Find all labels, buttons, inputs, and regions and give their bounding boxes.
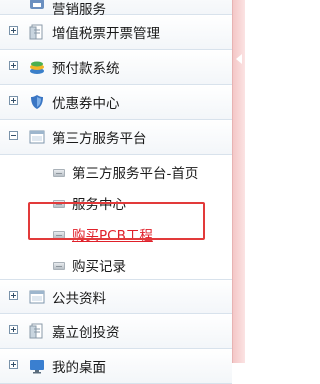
- menu-item-label: 增值税票开票管理: [52, 26, 160, 42]
- page-icon: [53, 231, 65, 239]
- menu-item-my-desktop[interactable]: 我的桌面: [0, 349, 232, 384]
- shield-icon: [29, 94, 45, 110]
- submenu-item-label: 第三方服务平台-首页: [72, 166, 199, 182]
- submenu-item-label-active[interactable]: 购买PCB工程: [72, 224, 153, 244]
- menu-item-marketing[interactable]: 营销服务: [0, 0, 232, 18]
- submenu-item-purchase-records[interactable]: 购买记录: [0, 248, 232, 279]
- menu-item-label: 预付款系统: [52, 61, 120, 77]
- menu-item-public-data[interactable]: 公共资料: [0, 279, 232, 314]
- sidebar-collapse-bar[interactable]: [232, 0, 245, 363]
- store-icon: [29, 0, 45, 10]
- expand-plus-icon[interactable]: [9, 325, 18, 334]
- submenu-item-platform-home[interactable]: 第三方服务平台-首页: [0, 155, 232, 186]
- expand-plus-icon[interactable]: [9, 26, 18, 35]
- menu-item-label: 公共资料: [52, 290, 106, 307]
- menu-item-label: 第三方服务平台: [52, 131, 147, 147]
- page-icon: [53, 262, 65, 270]
- sidebar-menu: 营销服务 增值税票开票管理 预付款系统 优惠券中心 第三方服务平台 第三方服务平…: [0, 0, 232, 384]
- invoice-icon: [29, 24, 45, 40]
- page-icon: [53, 200, 65, 208]
- menu-item-third-party-platform[interactable]: 第三方服务平台: [0, 120, 232, 155]
- window-icon: [29, 289, 45, 305]
- expand-plus-icon[interactable]: [9, 96, 18, 105]
- menu-item-label: 我的桌面: [52, 360, 106, 376]
- expand-plus-icon[interactable]: [9, 61, 18, 70]
- window-icon: [29, 129, 45, 145]
- menu-item-jlc-investment[interactable]: 嘉立创投资: [0, 314, 232, 349]
- expand-plus-icon[interactable]: [9, 291, 18, 300]
- submenu-item-label: 服务中心: [72, 197, 126, 213]
- submenu-item-label: 购买记录: [72, 259, 126, 275]
- submenu-item-buy-pcb-engineering[interactable]: 购买PCB工程: [0, 217, 232, 248]
- desktop-icon: [29, 358, 45, 374]
- document-icon: [29, 323, 45, 339]
- submenu-item-service-center[interactable]: 服务中心: [0, 186, 232, 217]
- menu-item-prepayment[interactable]: 预付款系统: [0, 50, 232, 85]
- collapse-minus-icon[interactable]: [9, 131, 18, 140]
- expand-plus-icon[interactable]: [9, 360, 18, 369]
- coins-icon: [29, 59, 45, 75]
- menu-item-label: 嘉立创投资: [52, 325, 120, 341]
- collapse-arrow-icon[interactable]: [236, 54, 242, 64]
- menu-item-label: 优惠券中心: [52, 96, 120, 112]
- page-icon: [53, 169, 65, 177]
- menu-item-vat-invoice[interactable]: 增值税票开票管理: [0, 15, 232, 50]
- menu-item-coupon-center[interactable]: 优惠券中心: [0, 85, 232, 120]
